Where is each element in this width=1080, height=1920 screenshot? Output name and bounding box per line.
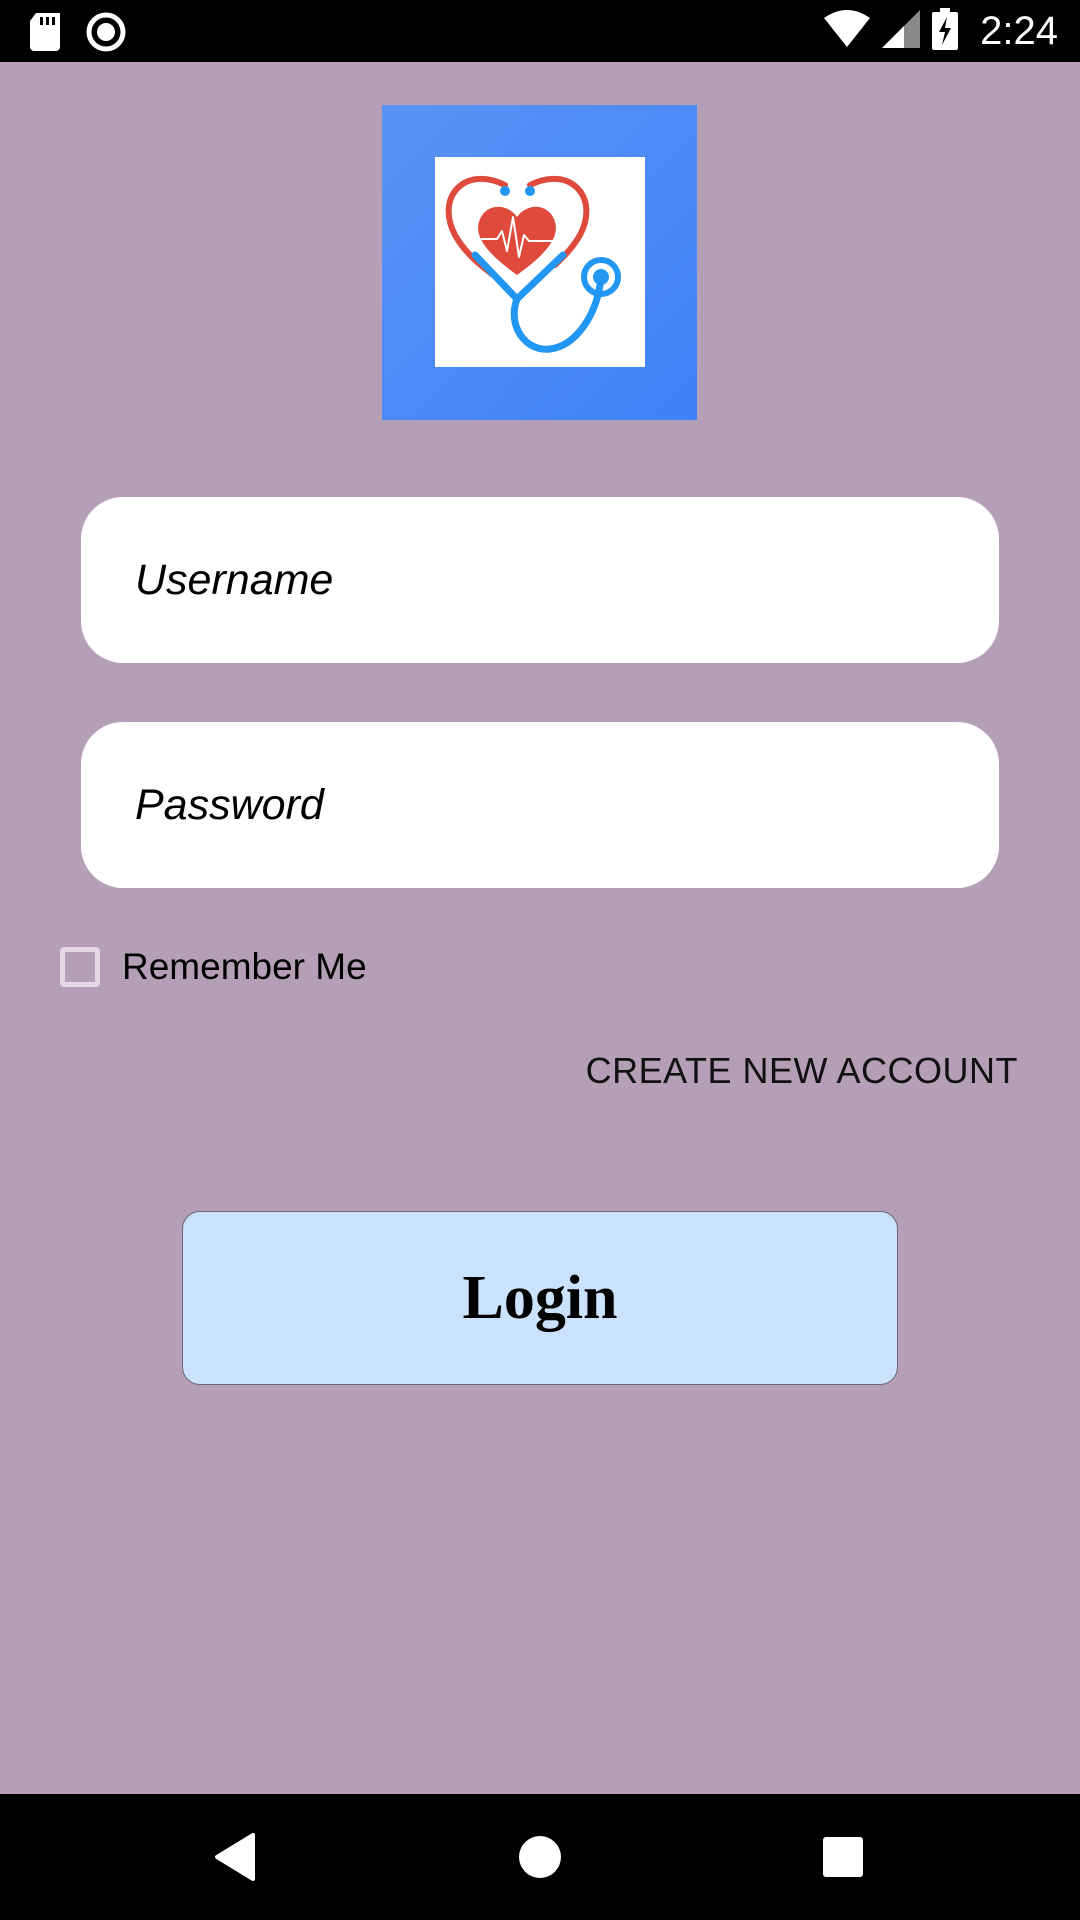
heart-stethoscope-icon [445,176,621,353]
sd-card-icon [30,13,60,56]
login-button-label: Login [462,1263,618,1332]
username-input[interactable] [133,554,999,606]
remember-me-label: Remember Me [122,946,367,987]
navigation-bar [0,1794,1080,1920]
status-bar: 2:24 [0,0,1080,62]
remember-me-checkbox[interactable] [60,947,100,987]
signal-icon [882,9,921,53]
record-icon [86,12,126,57]
back-icon [215,1833,255,1881]
app-logo [382,105,697,420]
status-time: 2:24 [980,8,1058,53]
create-account-link[interactable]: CREATE NEW ACCOUNT [586,1050,1018,1092]
status-right: 2:24 [824,6,1058,56]
back-button[interactable] [200,1794,270,1920]
logo-inner [435,157,645,367]
username-field-container [81,497,999,663]
recents-icon [823,1837,863,1877]
status-left [30,12,126,57]
password-input[interactable] [133,779,999,831]
home-button[interactable] [505,1794,575,1920]
remember-me-row[interactable]: Remember Me [60,942,367,992]
wifi-icon [824,9,871,53]
login-button[interactable]: Login [182,1211,898,1385]
home-icon [519,1836,561,1878]
password-field-container [81,722,999,888]
recents-button[interactable] [808,1794,878,1920]
battery-charging-icon [932,7,959,55]
